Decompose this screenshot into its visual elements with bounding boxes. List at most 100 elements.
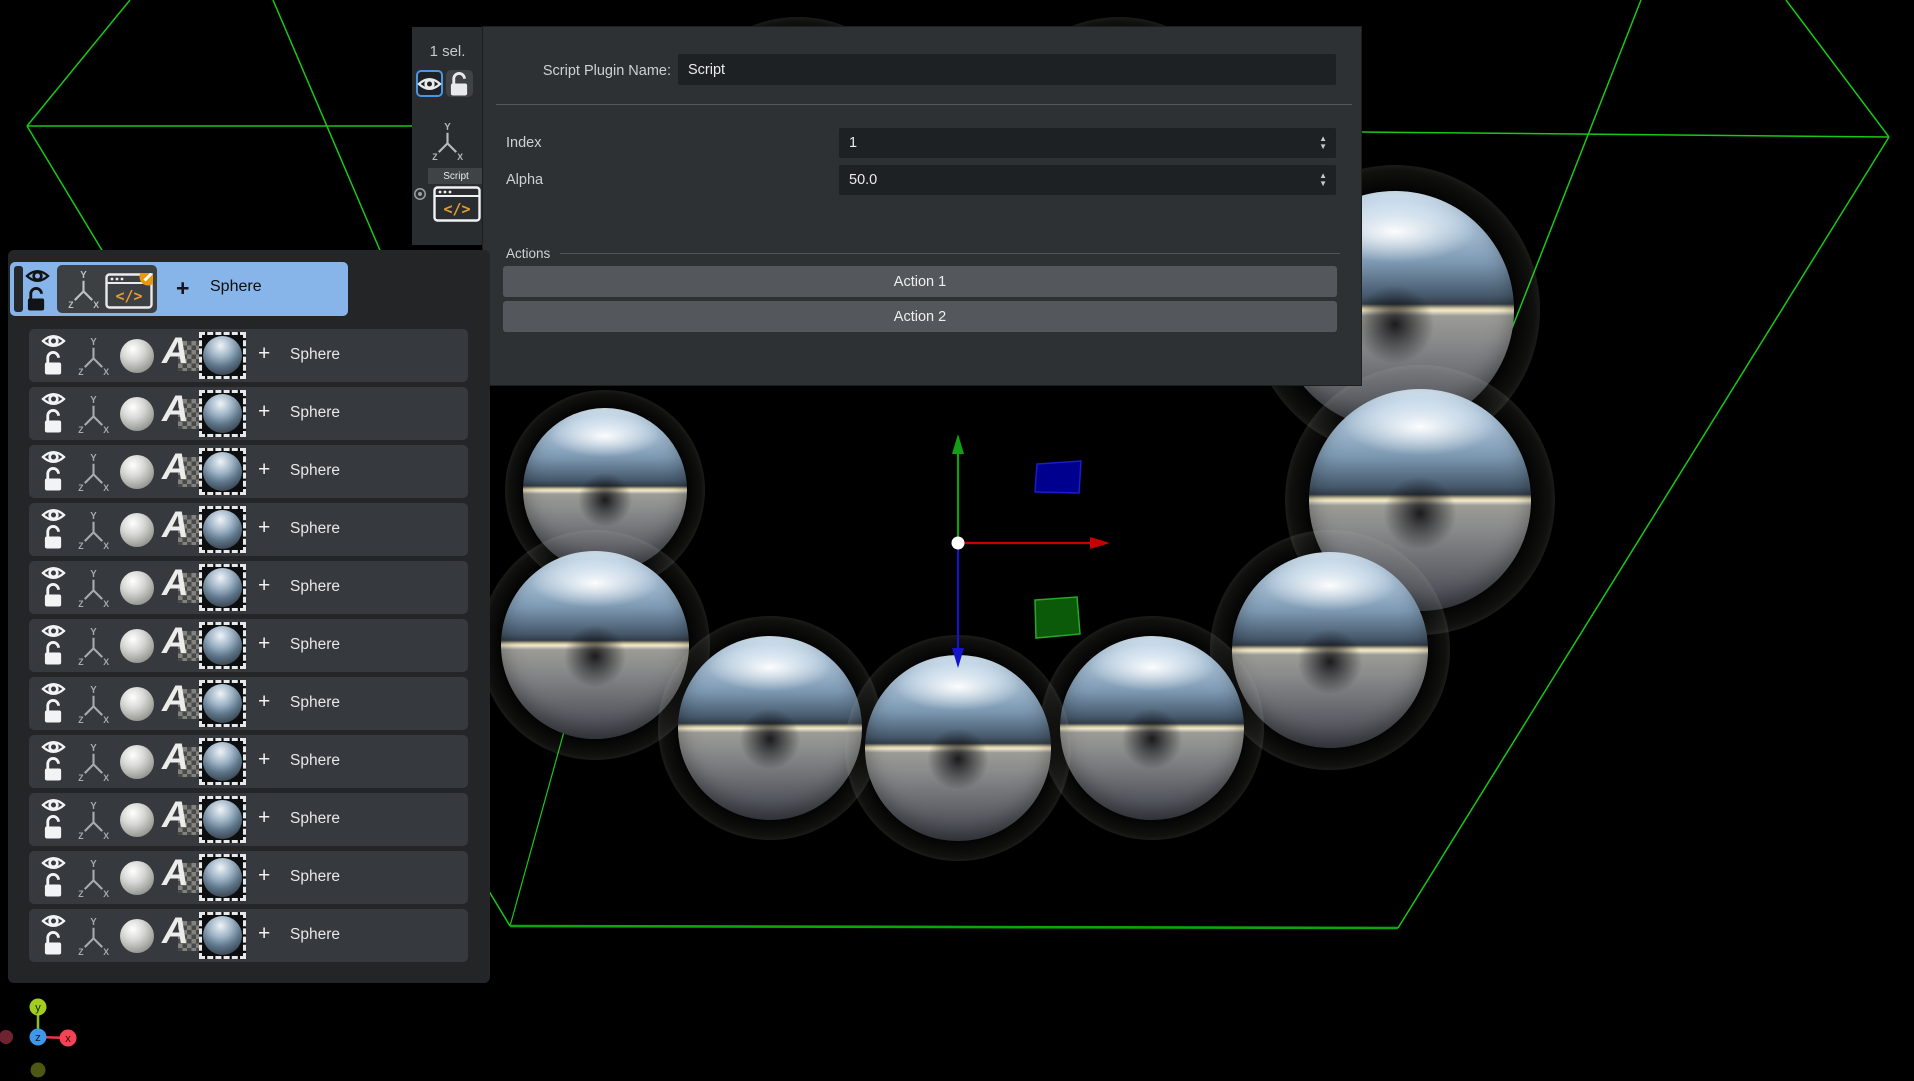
- sphere-row[interactable]: Y Z X A + Sphere: [29, 677, 468, 730]
- font-texture-icon[interactable]: A: [162, 568, 200, 608]
- material-sphere-icon[interactable]: [120, 803, 154, 837]
- unlock-icon[interactable]: [43, 698, 64, 724]
- visibility-toggle-button[interactable]: [416, 70, 443, 97]
- eye-icon[interactable]: [41, 390, 66, 408]
- material-sphere-icon[interactable]: [120, 629, 154, 663]
- unlock-icon[interactable]: [43, 814, 64, 840]
- material-sphere-icon[interactable]: [120, 687, 154, 721]
- eye-icon[interactable]: [417, 75, 442, 93]
- glass-sphere[interactable]: [845, 635, 1071, 861]
- selected-sphere-row[interactable]: Y Z X </> + Sphere: [10, 262, 348, 316]
- sphere-row[interactable]: Y Z X A + Sphere: [29, 909, 468, 962]
- drag-handle[interactable]: [14, 266, 23, 312]
- material-sphere-icon[interactable]: [120, 919, 154, 953]
- sphere-thumbnail[interactable]: [199, 390, 246, 437]
- plus-icon[interactable]: +: [258, 342, 270, 366]
- action-2-button[interactable]: Action 2: [503, 301, 1337, 332]
- sphere-thumbnail[interactable]: [199, 448, 246, 495]
- plus-icon[interactable]: +: [258, 400, 270, 424]
- sphere-thumbnail[interactable]: [199, 332, 246, 379]
- spinner-down-icon[interactable]: ▼: [1319, 180, 1327, 188]
- eye-icon[interactable]: [41, 912, 66, 930]
- eye-icon[interactable]: [41, 680, 66, 698]
- eye-icon[interactable]: [25, 267, 50, 285]
- neg-x-axis-ball[interactable]: [0, 1030, 13, 1044]
- sphere-thumbnail[interactable]: [199, 564, 246, 611]
- sphere-row[interactable]: Y Z X A + Sphere: [29, 619, 468, 672]
- plus-icon[interactable]: +: [258, 690, 270, 714]
- plus-icon[interactable]: +: [258, 574, 270, 598]
- sphere-thumbnail[interactable]: [199, 680, 246, 727]
- material-sphere-icon[interactable]: [120, 397, 154, 431]
- eye-icon[interactable]: [41, 796, 66, 814]
- unlock-icon[interactable]: [43, 872, 64, 898]
- sphere-row[interactable]: Y Z X A + Sphere: [29, 445, 468, 498]
- eye-icon[interactable]: [41, 506, 66, 524]
- unlock-icon[interactable]: [43, 466, 64, 492]
- unlock-icon[interactable]: [43, 582, 64, 608]
- glass-sphere[interactable]: [505, 390, 705, 590]
- gizmo-origin-handle[interactable]: [952, 537, 965, 550]
- eye-icon[interactable]: [41, 564, 66, 582]
- glass-sphere[interactable]: [1210, 530, 1450, 770]
- font-texture-icon[interactable]: A: [162, 626, 200, 666]
- material-sphere-icon[interactable]: [120, 745, 154, 779]
- eye-icon[interactable]: [41, 622, 66, 640]
- font-texture-icon[interactable]: A: [162, 916, 200, 956]
- neg-y-axis-ball[interactable]: [31, 1063, 46, 1078]
- sphere-thumbnail[interactable]: [199, 738, 246, 785]
- material-sphere-icon[interactable]: [120, 513, 154, 547]
- glass-sphere[interactable]: [480, 530, 710, 760]
- font-texture-icon[interactable]: A: [162, 394, 200, 434]
- plus-icon[interactable]: +: [258, 806, 270, 830]
- gizmo-z-arrowhead[interactable]: [952, 648, 964, 668]
- plus-icon[interactable]: +: [258, 864, 270, 888]
- orientation-widget[interactable]: y z x: [0, 988, 95, 1081]
- font-texture-icon[interactable]: A: [162, 858, 200, 898]
- material-sphere-icon[interactable]: [120, 339, 154, 373]
- script-tab[interactable]: Script: [428, 168, 484, 184]
- sphere-thumbnail[interactable]: [199, 622, 246, 669]
- lock-toggle-button[interactable]: [446, 70, 473, 97]
- index-spinner[interactable]: ▲ ▼: [1319, 128, 1327, 158]
- unlock-icon[interactable]: [26, 286, 47, 312]
- plus-icon[interactable]: +: [258, 632, 270, 656]
- plus-icon[interactable]: +: [258, 922, 270, 946]
- sphere-row[interactable]: Y Z X A + Sphere: [29, 329, 468, 382]
- green-square[interactable]: [1035, 597, 1080, 638]
- plus-icon[interactable]: +: [258, 748, 270, 772]
- sphere-thumbnail[interactable]: [199, 796, 246, 843]
- material-sphere-icon[interactable]: [120, 571, 154, 605]
- sphere-row[interactable]: Y Z X A + Sphere: [29, 561, 468, 614]
- glass-sphere[interactable]: [658, 616, 882, 840]
- font-texture-icon[interactable]: A: [162, 452, 200, 492]
- font-texture-icon[interactable]: A: [162, 742, 200, 782]
- blue-square[interactable]: [1035, 461, 1081, 493]
- font-texture-icon[interactable]: A: [162, 510, 200, 550]
- alpha-input[interactable]: 50.0 ▲ ▼: [839, 165, 1336, 195]
- font-texture-icon[interactable]: A: [162, 336, 200, 376]
- unlock-icon[interactable]: [43, 524, 64, 550]
- sphere-row[interactable]: Y Z X A + Sphere: [29, 793, 468, 846]
- sphere-thumbnail[interactable]: [199, 854, 246, 901]
- unlock-icon[interactable]: [43, 350, 64, 376]
- font-texture-icon[interactable]: A: [162, 800, 200, 840]
- eye-icon[interactable]: [41, 738, 66, 756]
- sphere-row[interactable]: Y Z X A + Sphere: [29, 851, 468, 904]
- plus-icon[interactable]: +: [258, 516, 270, 540]
- unlock-icon[interactable]: [43, 408, 64, 434]
- sphere-row[interactable]: Y Z X A + Sphere: [29, 387, 468, 440]
- font-texture-icon[interactable]: A: [162, 684, 200, 724]
- sphere-row[interactable]: Y Z X A + Sphere: [29, 503, 468, 556]
- eye-icon[interactable]: [41, 854, 66, 872]
- unlock-icon[interactable]: [43, 640, 64, 666]
- script-node-button[interactable]: </>: [429, 186, 484, 221]
- plus-icon[interactable]: +: [258, 458, 270, 482]
- gizmo-y-arrowhead[interactable]: [952, 434, 964, 454]
- material-sphere-icon[interactable]: [120, 861, 154, 895]
- sphere-row[interactable]: Y Z X A + Sphere: [29, 735, 468, 788]
- unlock-icon[interactable]: [449, 71, 470, 97]
- alpha-spinner[interactable]: ▲ ▼: [1319, 165, 1327, 195]
- plugin-name-input[interactable]: Script: [678, 54, 1336, 85]
- material-sphere-icon[interactable]: [120, 455, 154, 489]
